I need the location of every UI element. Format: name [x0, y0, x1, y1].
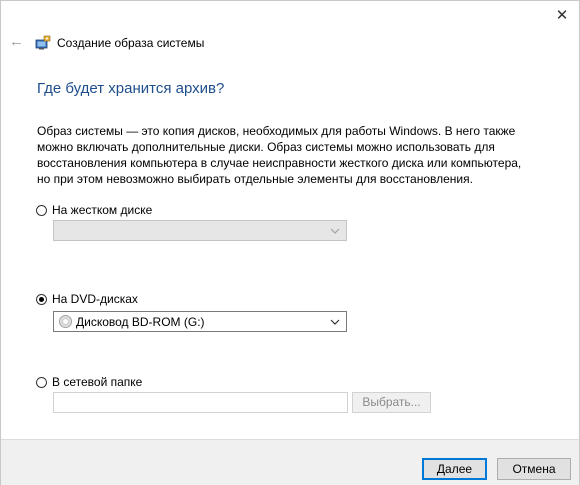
radio-hard-disk[interactable] [36, 204, 47, 216]
page-description: Образ системы — это копия дисков, необхо… [37, 124, 522, 186]
radio-dvd[interactable] [36, 293, 47, 305]
browse-button: Выбрать... [352, 392, 431, 413]
chevron-down-icon [330, 319, 340, 325]
network-path-input [53, 392, 348, 413]
chevron-down-icon [330, 228, 340, 234]
option-hard-disk[interactable]: На жестком диске [36, 203, 152, 217]
disc-icon [59, 315, 72, 328]
window-title: Создание образа системы [57, 36, 205, 50]
backup-icon [35, 35, 51, 50]
back-arrow-icon[interactable]: ← [9, 34, 24, 49]
hard-disk-select [53, 220, 347, 241]
close-button[interactable]: ✕ [553, 7, 571, 25]
radio-network[interactable] [36, 376, 47, 388]
backup-wizard-window: ✕ ← Создание образа системы Где будет хр… [0, 0, 580, 485]
option-network[interactable]: В сетевой папке [36, 375, 142, 389]
option-network-label: В сетевой папке [52, 375, 143, 389]
dvd-drive-value: Дисковод BD-ROM (G:) [76, 315, 205, 329]
dialog-footer: Далее Отмена [1, 439, 579, 485]
option-dvd-label: На DVD-дисках [52, 292, 138, 306]
dvd-drive-select[interactable]: Дисковод BD-ROM (G:) [53, 311, 347, 332]
next-button[interactable]: Далее [422, 458, 487, 480]
cancel-button[interactable]: Отмена [497, 458, 571, 480]
option-dvd[interactable]: На DVD-дисках [36, 292, 138, 306]
page-heading: Где будет хранится архив? [37, 80, 225, 97]
option-hard-disk-label: На жестком диске [52, 203, 153, 217]
